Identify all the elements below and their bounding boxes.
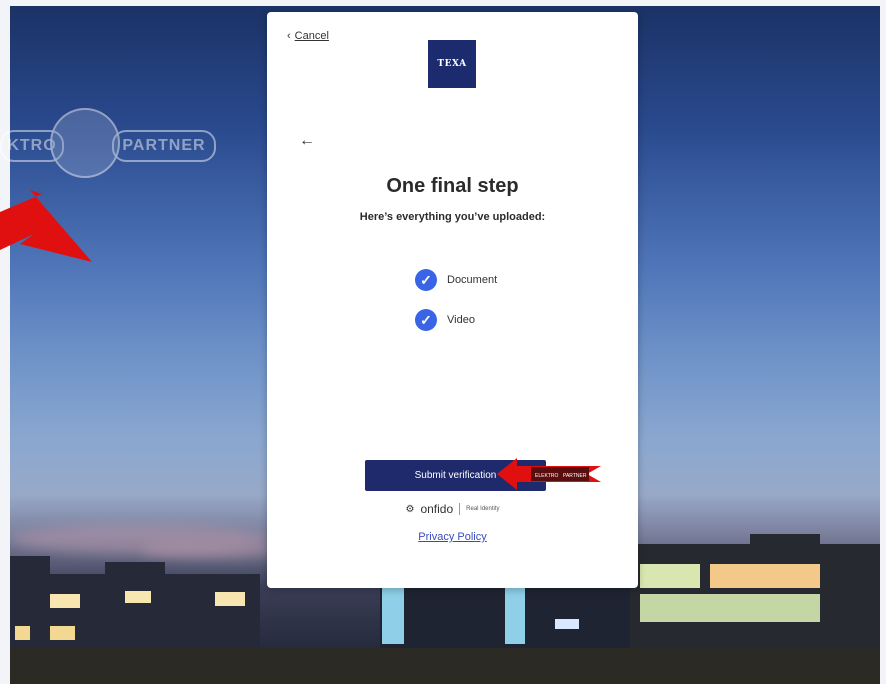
watermark-mascot-icon — [50, 108, 120, 178]
page-title: One final step — [386, 175, 519, 197]
upload-item-document: ✓ Document — [415, 269, 497, 291]
check-icon: ✓ — [415, 309, 437, 331]
upload-label: Document — [447, 274, 498, 286]
ground — [10, 648, 880, 684]
partner-watermark: KTRO PARTNER — [0, 108, 230, 188]
red-arrow-icon — [0, 190, 92, 262]
badge-right-text: PARTNER — [563, 473, 587, 479]
page-subtitle: Here’s everything you’ve uploaded: — [359, 211, 546, 223]
cancel-link[interactable]: ‹ Cancel — [287, 30, 329, 42]
partner-arrow-badge: ELEKTRO PARTNER — [497, 458, 601, 490]
back-arrow-icon[interactable]: ← — [299, 132, 315, 150]
check-icon: ✓ — [415, 269, 437, 291]
privacy-policy-link[interactable]: Privacy Policy — [267, 531, 638, 543]
upload-label: Video — [447, 314, 475, 326]
watermark-right-text: PARTNER — [112, 130, 216, 162]
cancel-label: Cancel — [294, 30, 329, 42]
texa-logo: TEXA — [428, 40, 476, 88]
onfido-branding: ⚙ onfido Real Identity — [267, 502, 638, 516]
divider — [459, 503, 461, 515]
upload-item-video: ✓ Video — [415, 309, 475, 331]
onfido-brand: onfido — [420, 502, 454, 516]
verification-card: ‹ Cancel TEXA ← One final step Here’s ev… — [267, 12, 638, 588]
chevron-left-icon: ‹ — [287, 30, 291, 42]
onfido-logo-icon: ⚙ — [405, 503, 415, 515]
badge-left-text: ELEKTRO — [535, 473, 558, 479]
onfido-tagline: Real Identity — [466, 506, 500, 512]
